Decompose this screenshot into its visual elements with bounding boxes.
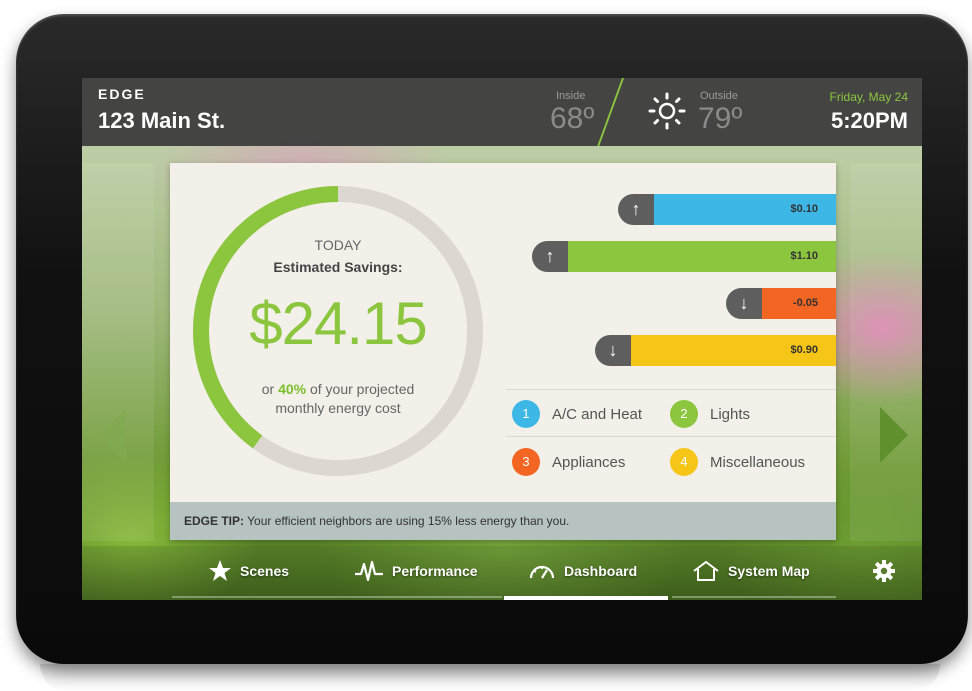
gauge-icon (529, 565, 555, 579)
legend-number: 4 (670, 448, 698, 476)
sun-icon (648, 92, 686, 130)
date-label: Friday, May 24 (829, 90, 908, 104)
edge-logo: EDGE (98, 86, 146, 102)
nav-performance[interactable]: Performance (354, 546, 478, 596)
inside-label: Inside (556, 90, 586, 102)
nav-dashboard[interactable]: Dashboard (528, 546, 637, 596)
pulse-icon (355, 560, 383, 582)
top-bar: EDGE 123 Main St. Inside 68º Outside 79º… (82, 78, 922, 146)
legend-lights[interactable]: 2 Lights (670, 399, 750, 429)
bar-ac-heat[interactable]: ↑ $0.10 (618, 194, 836, 225)
nav-system-map-label: System Map (728, 563, 810, 579)
arrow-down-icon: ↓ (726, 288, 762, 319)
projected-line-2: monthly energy cost (275, 400, 401, 416)
projected-prefix: or (261, 381, 275, 397)
legend-number: 1 (512, 400, 540, 428)
legend-label: A/C and Heat (552, 405, 643, 423)
projected-suffix: of your projected (309, 381, 415, 397)
edge-tip-banner: EDGE TIP: Your efficient neighbors are u… (170, 502, 836, 540)
legend-divider (506, 436, 836, 437)
bar-value: $1.10 (790, 250, 818, 262)
nav-separator (672, 596, 836, 598)
projected-percent: 40% (278, 381, 307, 397)
savings-amount: $24.15 (249, 290, 428, 357)
nav-dashboard-label: Dashboard (564, 563, 638, 579)
legend-appliances[interactable]: 3 Appliances (512, 447, 625, 477)
legend-number: 2 (670, 400, 698, 428)
legend-miscellaneous[interactable]: 4 Miscellaneous (670, 447, 805, 477)
gear-icon (873, 560, 895, 582)
active-tab-indicator (504, 596, 668, 600)
nav-performance-label: Performance (392, 563, 478, 579)
legend-ac-heat[interactable]: 1 A/C and Heat (512, 399, 642, 429)
outside-label: Outside (700, 90, 738, 102)
header-divider (597, 78, 624, 146)
today-label: TODAY (314, 237, 362, 253)
outside-temperature: 79º (698, 102, 743, 135)
legend-divider (506, 389, 836, 390)
legend-label: Miscellaneous (710, 453, 806, 471)
tip-text: Your efficient neighbors are using 15% l… (247, 514, 570, 528)
bar-value: $0.10 (790, 203, 818, 215)
address-title: 123 Main St. (98, 108, 226, 133)
nav-system-map[interactable]: System Map (692, 546, 810, 596)
right-arrow-icon[interactable] (880, 407, 908, 463)
bar-value: -0.05 (792, 297, 818, 309)
legend-label: Lights (710, 405, 751, 423)
arrow-up-icon: ↑ (532, 241, 568, 272)
arrow-up-icon: ↑ (618, 194, 654, 225)
tablet-reflection (40, 664, 940, 691)
house-icon (693, 560, 719, 581)
star-icon (209, 560, 231, 581)
bar-appliances[interactable]: ↓ -0.05 (726, 288, 836, 319)
next-page-panel[interactable] (850, 163, 922, 541)
left-arrow-icon[interactable] (100, 408, 126, 464)
savings-card: TODAY Estimated Savings: $24.15 or 40% o… (170, 163, 836, 540)
nav-scenes[interactable]: Scenes (208, 546, 289, 596)
legend-label: Appliances (552, 453, 626, 471)
estimated-savings-label: Estimated Savings: (273, 259, 403, 275)
inside-temperature: 68º (550, 102, 595, 135)
arrow-down-icon: ↓ (595, 335, 631, 366)
nav-scenes-label: Scenes (240, 563, 290, 579)
screen: EDGE 123 Main St. Inside 68º Outside 79º… (82, 78, 922, 600)
bar-lights[interactable]: ↑ $1.10 (532, 241, 836, 272)
time-label: 5:20PM (830, 108, 908, 133)
previous-page-panel[interactable] (82, 163, 154, 541)
projected-line: or 40% of your projected (192, 381, 484, 397)
legend-number: 3 (512, 448, 540, 476)
bar-value: $0.90 (790, 344, 818, 356)
tip-label: EDGE TIP: (184, 514, 245, 528)
settings-button[interactable] (872, 546, 904, 596)
bar-miscellaneous[interactable]: ↓ $0.90 (595, 335, 836, 366)
nav-separator (172, 596, 502, 598)
bottom-navigation: Scenes Performance Dashboard System Map (82, 546, 922, 600)
